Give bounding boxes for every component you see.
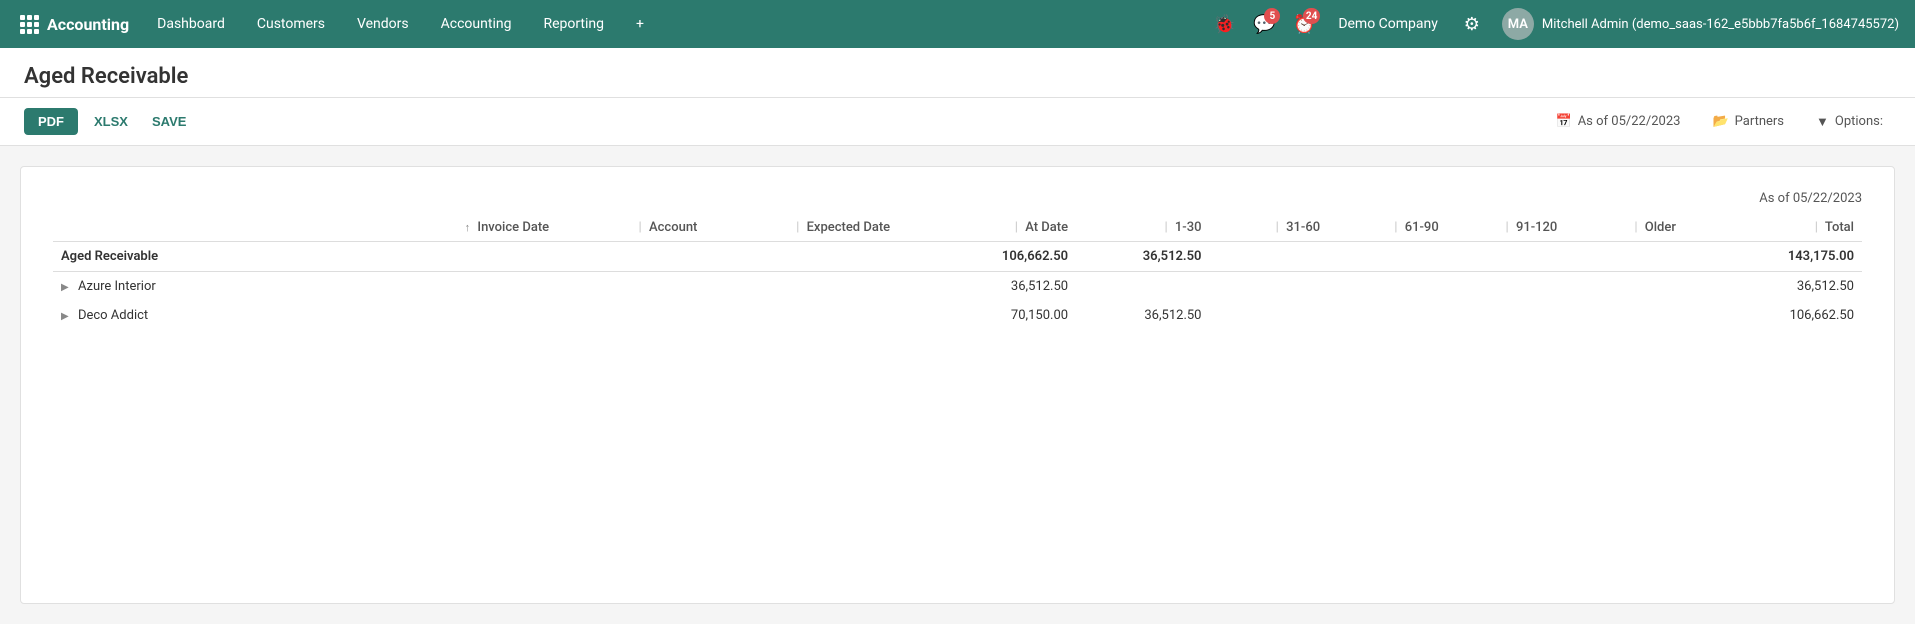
report-card: As of 05/22/2023 ↑ Invoice Date | Accoun… [20, 166, 1895, 604]
col-divider: | [1015, 220, 1018, 235]
top-navigation: Accounting Dashboard Customers Vendors A… [0, 0, 1915, 48]
clock-badge: 24 [1303, 8, 1320, 24]
table-row[interactable]: ▶ Deco Addict 70,150.00 36,512.50 106,66… [53, 301, 1862, 330]
row-account [557, 301, 705, 330]
nav-vendors[interactable]: Vendors [341, 0, 425, 48]
summary-1-30: 36,512.50 [1076, 242, 1209, 272]
col-31-60[interactable]: | 31-60 [1210, 214, 1329, 242]
options-filter[interactable]: ▼ Options: [1808, 110, 1891, 134]
summary-row: Aged Receivable 106,662.50 36,512.50 143… [53, 242, 1862, 272]
summary-older [1565, 242, 1684, 272]
row-31-60 [1210, 301, 1329, 330]
summary-total: 143,175.00 [1684, 242, 1862, 272]
content-area: As of 05/22/2023 ↑ Invoice Date | Accoun… [0, 146, 1915, 624]
user-menu[interactable]: MA Mitchell Admin (demo_saas-162_e5bbb7f… [1494, 8, 1907, 40]
row-at-date: 70,150.00 [898, 301, 1076, 330]
row-1-30: 36,512.50 [1076, 301, 1209, 330]
summary-account [557, 242, 705, 272]
col-older[interactable]: | Older [1565, 214, 1684, 242]
col-divider: | [1815, 220, 1818, 235]
summary-invoice-date [379, 242, 557, 272]
summary-name: Aged Receivable [53, 242, 379, 272]
summary-at-date: 106,662.50 [898, 242, 1076, 272]
col-divider: | [1164, 220, 1167, 235]
row-31-60 [1210, 272, 1329, 302]
row-name: ▶ Deco Addict [53, 301, 379, 330]
row-expected-date [705, 272, 898, 302]
topnav-right: 🐞 💬 5 ⏰ 24 Demo Company ⚙ MA Mitchell Ad… [1206, 6, 1907, 42]
row-1-30 [1076, 272, 1209, 302]
summary-61-90 [1328, 242, 1447, 272]
xlsx-button[interactable]: XLSX [86, 108, 136, 135]
col-invoice-date[interactable]: ↑ Invoice Date [379, 214, 557, 242]
row-invoice-date [379, 272, 557, 302]
col-total[interactable]: | Total [1684, 214, 1862, 242]
row-61-90 [1328, 301, 1447, 330]
row-account [557, 272, 705, 302]
page-header: Aged Receivable [0, 48, 1915, 98]
save-button[interactable]: SAVE [144, 108, 194, 135]
summary-31-60 [1210, 242, 1329, 272]
page-title: Aged Receivable [24, 64, 1891, 89]
as-of-date-filter[interactable]: 📅 As of 05/22/2023 [1548, 110, 1689, 133]
bug-icon: 🐞 [1213, 14, 1235, 35]
row-older [1565, 301, 1684, 330]
chat-button[interactable]: 💬 5 [1246, 6, 1282, 42]
row-invoice-date [379, 301, 557, 330]
filter-icon: ▼ [1816, 114, 1829, 130]
col-account[interactable]: | Account [557, 214, 705, 242]
col-divider: | [1634, 220, 1637, 235]
partners-filter[interactable]: 📂 Partners [1704, 110, 1792, 133]
summary-expected-date [705, 242, 898, 272]
col-divider: | [1276, 220, 1279, 235]
add-app-button[interactable]: + [620, 0, 660, 48]
row-name: ▶ Azure Interior [53, 272, 379, 302]
row-91-120 [1447, 301, 1566, 330]
pdf-button[interactable]: PDF [24, 108, 78, 135]
row-61-90 [1328, 272, 1447, 302]
col-expected-date[interactable]: | Expected Date [705, 214, 898, 242]
app-logo[interactable]: Accounting [8, 15, 141, 34]
toolbar: PDF XLSX SAVE 📅 As of 05/22/2023 📂 Partn… [0, 98, 1915, 146]
nav-customers[interactable]: Customers [241, 0, 341, 48]
company-selector[interactable]: Demo Company [1326, 16, 1450, 32]
row-total: 106,662.50 [1684, 301, 1862, 330]
col-divider: | [796, 220, 799, 235]
nav-reporting[interactable]: Reporting [527, 0, 620, 48]
user-name: Mitchell Admin (demo_saas-162_e5bbb7fa5b… [1542, 17, 1899, 32]
row-expected-date [705, 301, 898, 330]
report-table: ↑ Invoice Date | Account | Expected Date… [53, 214, 1862, 330]
row-at-date: 36,512.50 [898, 272, 1076, 302]
debug-button[interactable]: 🐞 [1206, 6, 1242, 42]
settings-button[interactable]: ⚙ [1454, 6, 1490, 42]
report-date-header: As of 05/22/2023 [53, 191, 1862, 206]
col-91-120[interactable]: | 91-120 [1447, 214, 1566, 242]
clock-button[interactable]: ⏰ 24 [1286, 6, 1322, 42]
app-name: Accounting [47, 15, 129, 34]
expand-icon[interactable]: ▶ [61, 311, 69, 322]
col-name [53, 214, 379, 242]
nav-accounting[interactable]: Accounting [425, 0, 528, 48]
sort-icon: ↑ [465, 221, 471, 234]
grid-icon [20, 15, 39, 34]
row-91-120 [1447, 272, 1566, 302]
chat-badge: 5 [1264, 8, 1280, 24]
avatar: MA [1502, 8, 1534, 40]
expand-icon[interactable]: ▶ [61, 282, 69, 293]
col-divider: | [1394, 220, 1397, 235]
col-1-30[interactable]: | 1-30 [1076, 214, 1209, 242]
settings-icon: ⚙ [1464, 14, 1480, 35]
col-divider: | [639, 220, 642, 235]
col-at-date[interactable]: | At Date [898, 214, 1076, 242]
summary-91-120 [1447, 242, 1566, 272]
table-row[interactable]: ▶ Azure Interior 36,512.50 36,512.50 [53, 272, 1862, 302]
col-61-90[interactable]: | 61-90 [1328, 214, 1447, 242]
nav-dashboard[interactable]: Dashboard [141, 0, 241, 48]
toolbar-filters: 📅 As of 05/22/2023 📂 Partners ▼ Options: [1548, 110, 1891, 134]
row-older [1565, 272, 1684, 302]
col-divider: | [1505, 220, 1508, 235]
calendar-icon: 📅 [1556, 114, 1572, 129]
partners-icon: 📂 [1712, 114, 1728, 129]
row-total: 36,512.50 [1684, 272, 1862, 302]
